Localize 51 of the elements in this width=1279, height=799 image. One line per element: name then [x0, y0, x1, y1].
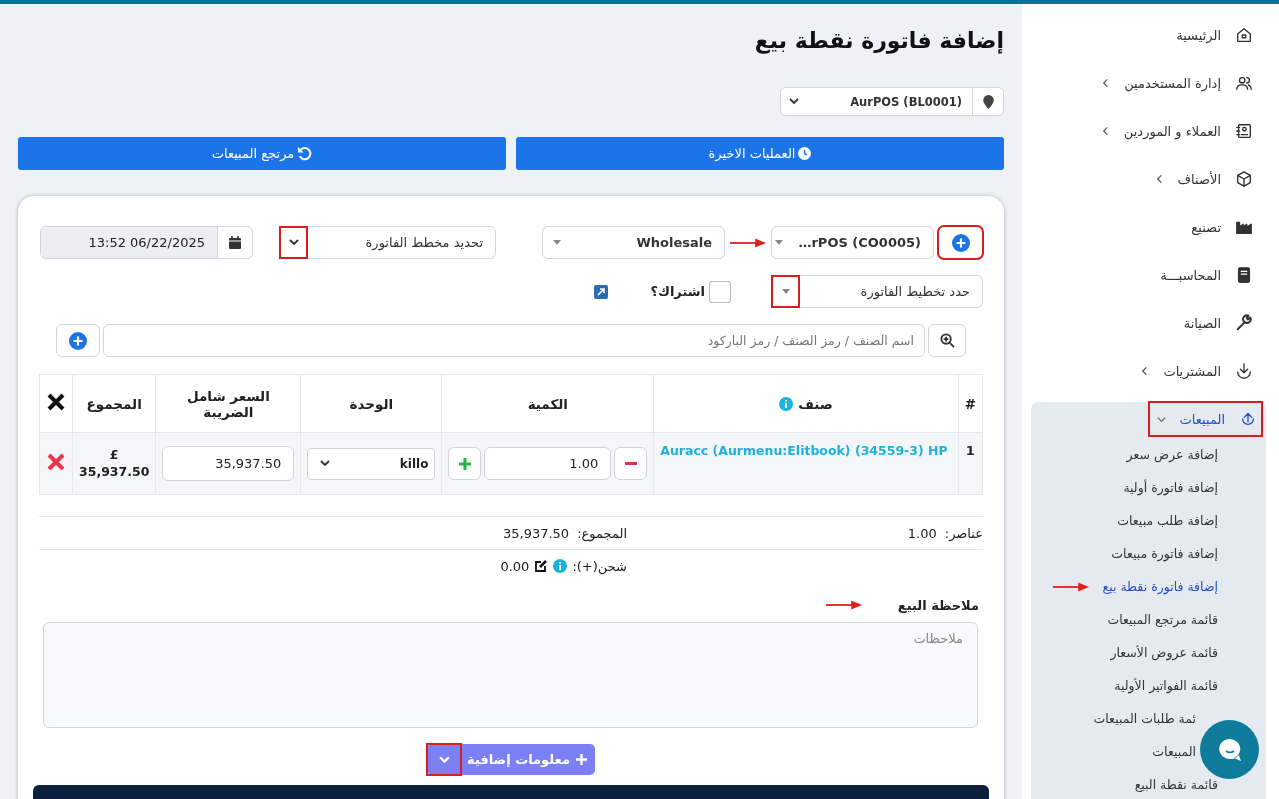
location-select[interactable]: AurPOS (BL0001) — [780, 87, 1004, 116]
table-cell: 1 — [965, 443, 975, 458]
quantity-field[interactable]: 1.00 — [484, 447, 612, 480]
submenu-item[interactable]: قائمة مرتجع المبيعات — [1107, 612, 1218, 627]
sidebar-item[interactable]: المحاسبـــة — [1022, 251, 1279, 299]
notes-field[interactable]: ملاحظات — [43, 622, 978, 728]
submenu-item[interactable]: قائمة نقطة البيع — [1134, 777, 1218, 792]
note-label: ملاحظة البيع — [897, 597, 979, 613]
sidebar-item[interactable]: الأصناف — [1022, 155, 1279, 203]
items-label: عناصر: — [944, 525, 983, 541]
submenu-item[interactable]: المبيعات — [1152, 744, 1196, 759]
price-group-select[interactable]: Wholesale — [542, 226, 725, 259]
column-header: المجموع — [86, 395, 142, 412]
unit-select[interactable]: killo — [307, 447, 436, 480]
submenu-item[interactable]: إضافة عرض سعر — [1126, 447, 1218, 462]
column-header: الكمية — [527, 395, 568, 412]
total-label: المجموع: — [577, 525, 627, 541]
sidebar-item[interactable]: إدارة المستخدمين — [1022, 59, 1279, 107]
sales-return-button[interactable]: مرتجع المبيعات — [18, 137, 506, 170]
line-total: 35,937.50 — [79, 463, 150, 480]
date-field[interactable]: 13:52 06/22/2025 — [40, 226, 253, 259]
column-header: صنف — [798, 395, 833, 412]
currency-symbol: £ — [108, 447, 120, 464]
items-count: 1.00 — [907, 525, 937, 541]
shipping-value: 0.00 — [500, 558, 530, 574]
invoice-layout-select[interactable]: حدد تخطيط الفاتورة — [771, 275, 983, 308]
column-header: # — [964, 395, 976, 412]
submenu-item[interactable]: إضافة فاتورة مبيعات — [1111, 546, 1218, 561]
sidebar-item[interactable]: المبيعات — [1148, 402, 1262, 436]
shipping-label: شحن(+): — [572, 558, 627, 574]
sidebar-item[interactable]: الرئيسية — [1022, 11, 1279, 59]
customer-select[interactable]: …rPOS (CO0005) — [771, 226, 934, 259]
recent-transactions-button[interactable]: العمليات الاخيرة — [516, 137, 1004, 170]
sidebar-item[interactable]: المشتريات — [1022, 347, 1279, 395]
sidebar-item[interactable]: الصيانة — [1022, 299, 1279, 347]
product-search-field[interactable]: اسم الصنف / رمز الصنف / رمز الباركود — [103, 324, 925, 357]
column-header: الوحدة — [349, 395, 394, 412]
subscription-label: اشتراك؟ — [650, 284, 705, 299]
submenu-item[interactable]: إضافة طلب مبيعات — [1117, 513, 1218, 528]
total-value: 35,937.50 — [502, 525, 570, 541]
sidebar-item[interactable]: العملاء و الموردين — [1022, 107, 1279, 155]
price-field[interactable]: 35,937.50 — [162, 446, 295, 481]
submenu-item[interactable]: قائمة عروض الأسعار — [1110, 645, 1218, 660]
submenu-item[interactable]: إضافة فاتورة نقطة بيع — [1102, 579, 1218, 594]
submenu-item[interactable]: إضافة فاتورة أولية — [1123, 480, 1218, 495]
column-header: السعر شامل الضريبة — [185, 387, 271, 420]
submenu-item[interactable]: قائمة الفواتير الأولية — [1114, 678, 1218, 693]
page-title: إضافة فاتورة نقطة بيع — [753, 28, 1004, 56]
submenu-item[interactable]: ئمة طلبات المبيعات — [1093, 711, 1196, 726]
sidebar-item[interactable]: تصنيع — [1022, 203, 1279, 251]
invoice-scheme-select[interactable]: تحديد مخطط الفاتورة — [279, 226, 496, 259]
